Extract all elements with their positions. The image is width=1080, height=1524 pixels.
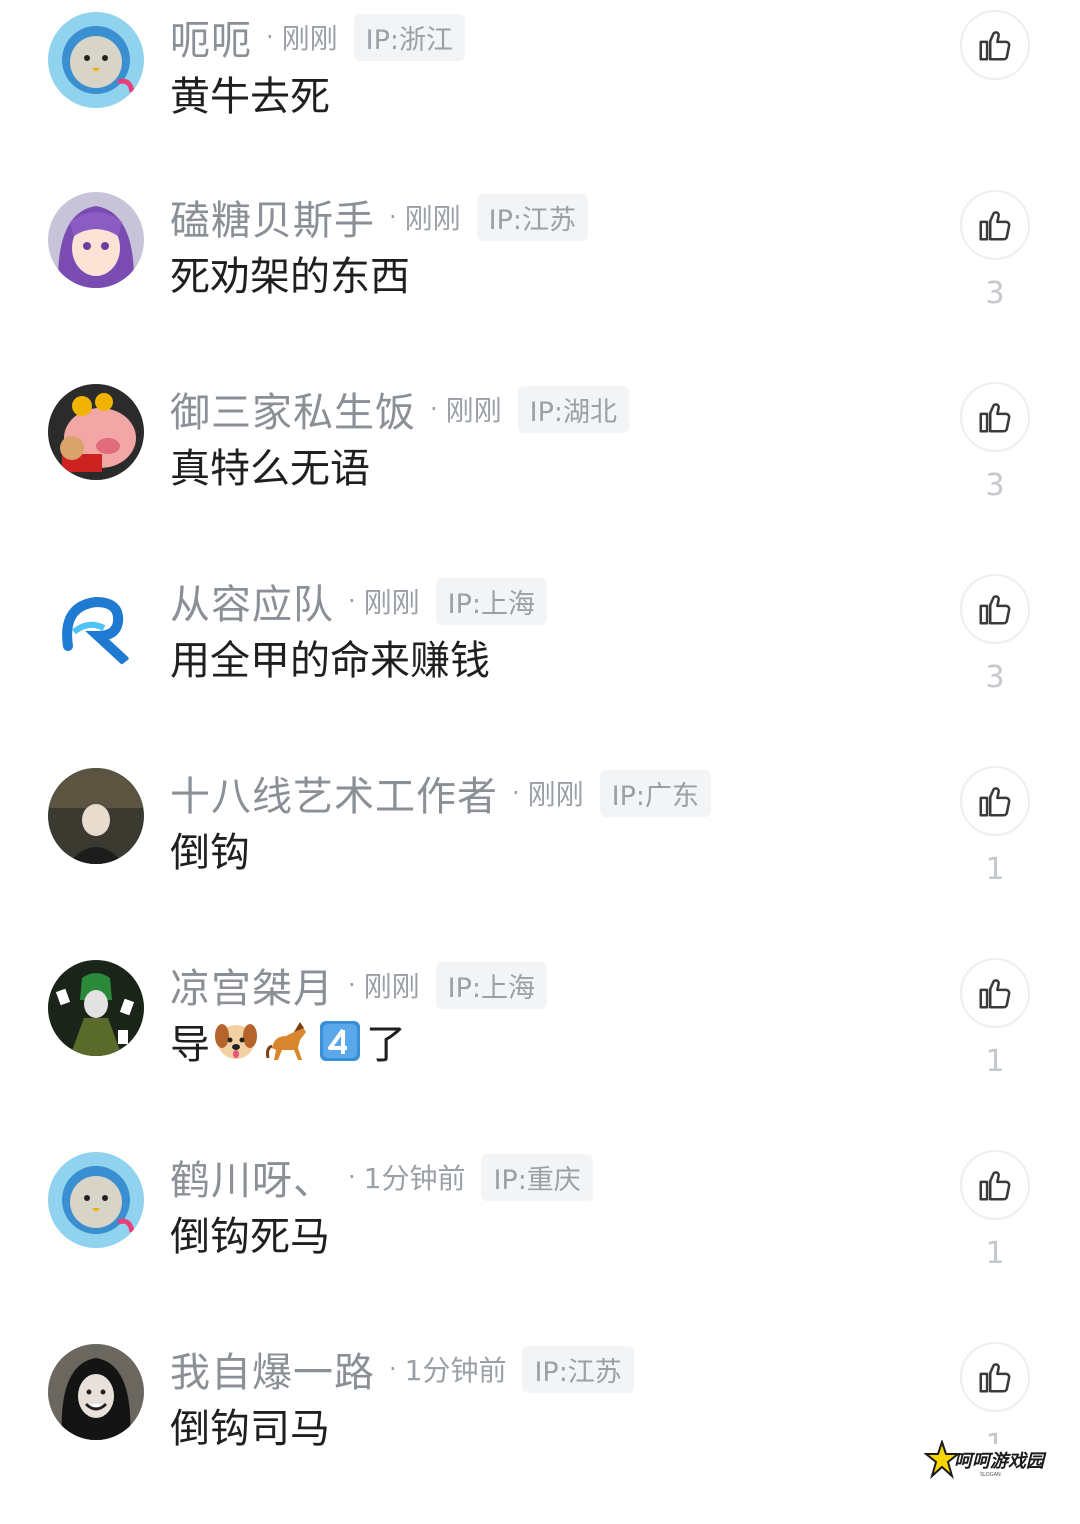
username[interactable]: 我自爆一路 [170,1340,375,1398]
comment-item: 鹤川呀、 · 1分钟前 IP:重庆 倒钩死马 1 [0,1140,1080,1332]
comment-meta: 凉宫桀月 · 刚刚 IP:上海 [170,961,547,1012]
thumbs-up-icon [979,403,1011,433]
ip-location-badge: IP:湖北 [517,385,629,433]
comment-text: 黄牛去死 [170,74,330,120]
separator-dot: · [512,779,520,807]
thumbs-up-icon [979,1171,1011,1201]
comment-text: 用全甲的命来赚钱 [170,638,490,684]
like-button[interactable] [960,382,1030,452]
watermark-text: 呵呵游戏园 [954,1451,1044,1472]
separator-dot: · [348,587,356,615]
comment-text: 倒钩司马 [170,1406,330,1452]
dog-face-emoji [215,1024,257,1059]
separator-dot: · [348,971,356,999]
keycap-4-emoji [320,1021,360,1061]
comment-meta: 磕糖贝斯手 · 刚刚 IP:江苏 [170,193,588,244]
thumbs-up-icon [979,595,1011,625]
username[interactable]: 磕糖贝斯手 [170,188,375,246]
like-button[interactable] [960,574,1030,644]
thumbs-up-icon [979,1363,1011,1393]
thumbs-up-icon [979,211,1011,241]
like-button[interactable] [960,1342,1030,1412]
comment-meta: 呃呃 · 刚刚 IP:浙江 [170,13,465,64]
comment-item: 呃呃 · 刚刚 IP:浙江 黄牛去死 [0,0,1080,192]
comment-text: 死劝架的东西 [170,254,410,300]
separator-dot: · [430,395,438,423]
cartoon-pig-avatar[interactable] [48,384,144,480]
comment-meta: 御三家私生饭 · 刚刚 IP:湖北 [170,385,629,436]
comment-text: 真特么无语 [170,446,370,492]
seal-avatar[interactable] [48,12,144,108]
timestamp: 刚刚 [404,202,461,235]
anime-girl-avatar[interactable] [48,192,144,288]
card-character-avatar[interactable] [48,960,144,1056]
separator-dot: · [389,203,397,231]
comment-meta: 鹤川呀、 · 1分钟前 IP:重庆 [170,1153,593,1204]
username[interactable]: 凉宫桀月 [170,956,334,1014]
like-count: 3 [985,660,1005,695]
ip-location-badge: IP:上海 [435,577,547,625]
ip-location-badge: IP:广东 [599,769,711,817]
ip-location-badge: IP:重庆 [481,1153,593,1201]
comment-meta: 从容应队 · 刚刚 IP:上海 [170,577,547,628]
like-button[interactable] [960,766,1030,836]
photo-avatar[interactable] [48,768,144,864]
timestamp: 1分钟前 [363,1162,466,1195]
comment-text: 导 了 [170,1012,406,1070]
thumbs-up-icon [979,979,1011,1009]
timestamp: 1分钟前 [404,1354,507,1387]
comment-meta: 十八线艺术工作者 · 刚刚 IP:广东 [170,769,711,820]
comment-text-prefix: 导 [170,1022,210,1068]
ip-location-badge: IP:江苏 [522,1345,634,1393]
watermark-slogan: SLOGAN [980,1472,1001,1478]
timestamp: 刚刚 [445,394,502,427]
like-count: 1 [985,1044,1005,1079]
ip-location-badge: IP:江苏 [476,193,588,241]
site-watermark: 呵呵游戏园 SLOGAN [924,1438,1054,1482]
comment-item: 磕糖贝斯手 · 刚刚 IP:江苏 死劝架的东西 3 [0,180,1080,372]
like-count: 1 [985,852,1005,887]
like-button[interactable] [960,958,1030,1028]
separator-dot: · [266,23,274,51]
thumbs-up-icon [979,787,1011,817]
like-button[interactable] [960,1150,1030,1220]
timestamp: 刚刚 [281,22,338,55]
comment-meta: 我自爆一路 · 1分钟前 IP:江苏 [170,1345,634,1396]
thumbs-up-icon [979,31,1011,61]
username[interactable]: 呃呃 [170,8,252,66]
comment-item: 我自爆一路 · 1分钟前 IP:江苏 倒钩司马 1 [0,1332,1080,1524]
comment-text: 倒钩死马 [170,1214,330,1260]
username[interactable]: 鹤川呀、 [170,1148,334,1206]
r-wave-logo-avatar[interactable] [48,576,144,672]
timestamp: 刚刚 [363,586,420,619]
like-count: 3 [985,468,1005,503]
comment-text: 倒钩 [170,830,250,876]
separator-dot: · [348,1163,356,1191]
ip-location-badge: IP:上海 [435,961,547,1009]
comment-item: 凉宫桀月 · 刚刚 IP:上海 导 了 1 [0,948,1080,1140]
like-button[interactable] [960,10,1030,80]
horse-emoji [266,1022,306,1060]
comment-item: 御三家私生饭 · 刚刚 IP:湖北 真特么无语 3 [0,372,1080,564]
dark-hair-avatar[interactable] [48,1344,144,1440]
ip-location-badge: IP:浙江 [353,13,465,61]
seal-avatar[interactable] [48,1152,144,1248]
username[interactable]: 从容应队 [170,572,334,630]
username[interactable]: 御三家私生饭 [170,380,416,438]
like-count: 3 [985,276,1005,311]
like-count: 1 [985,1236,1005,1271]
comment-item: 十八线艺术工作者 · 刚刚 IP:广东 倒钩 1 [0,756,1080,948]
like-button[interactable] [960,190,1030,260]
timestamp: 刚刚 [363,970,420,1003]
comment-item: 从容应队 · 刚刚 IP:上海 用全甲的命来赚钱 3 [0,564,1080,756]
timestamp: 刚刚 [527,778,584,811]
username[interactable]: 十八线艺术工作者 [170,764,498,822]
separator-dot: · [389,1355,397,1383]
comment-text-suffix: 了 [366,1022,406,1068]
